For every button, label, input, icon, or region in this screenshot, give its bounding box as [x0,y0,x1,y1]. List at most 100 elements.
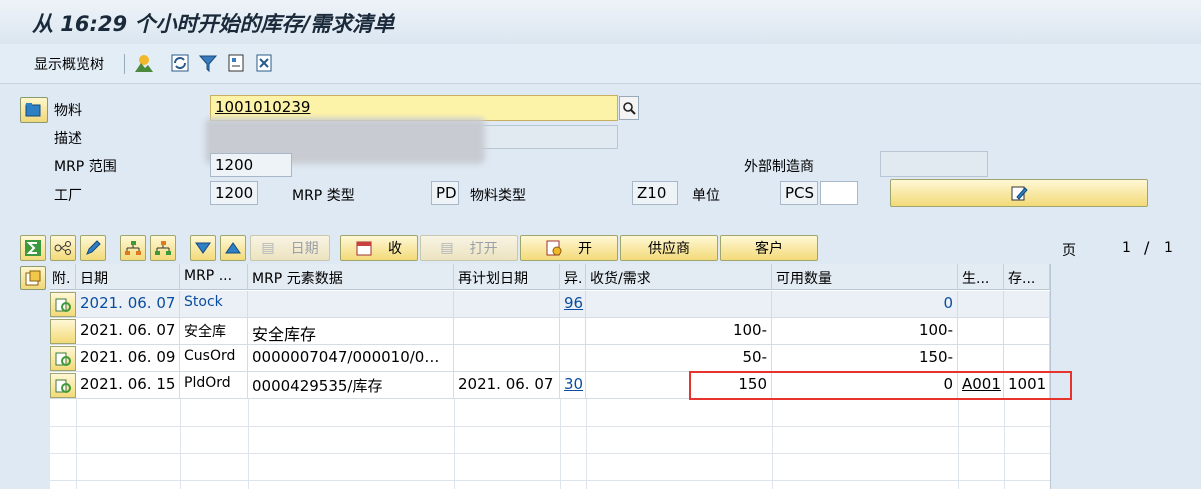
edit-button[interactable] [890,179,1148,207]
show-tree-button[interactable]: 显示概览树 [34,54,104,74]
receipt-button[interactable]: 收 [340,235,418,261]
row-date: 2021. 06. 09 [76,345,180,371]
row-element-data: 0000429535/库存 [248,372,454,398]
edit-icon [1011,186,1028,201]
sort-ascending-icon[interactable] [220,235,246,261]
col-mrp-element[interactable]: MRP ... [180,264,248,290]
row-mrp-element: 安全库 [180,318,248,344]
row-reschedule: 2021. 06. 07 [454,372,560,398]
export-icon[interactable] [254,53,274,73]
row-receipt-requirement: 50- [586,345,772,371]
supplier-button-label: 供应商 [648,241,690,257]
empty-row-button[interactable] [50,319,76,344]
material-detail-button[interactable] [20,97,48,123]
open-disabled-icon: ▤ [440,240,454,256]
mrp-type-field: PD [431,181,459,205]
grid-divider [1004,399,1005,489]
row-mrp-element: PldOrd [180,372,248,398]
grid-divider [248,399,249,489]
mountain-icon[interactable] [134,53,154,73]
table-header: 附. 日期 MRP ... MRP 元素数据 再计划日期 异. 收货/需求 可用… [50,264,1050,290]
open2-button[interactable]: 开 [520,235,618,261]
col-available-qty[interactable]: 可用数量 [772,264,958,290]
grid-divider [180,399,181,489]
row-production [958,318,1004,344]
col-reschedule-date[interactable]: 再计划日期 [454,264,560,290]
plant-label: 工厂 [54,188,82,204]
grid-row-line [50,453,1050,454]
row-production [958,345,1004,371]
customer-button-label: 客户 [755,241,783,257]
mrp-area-label: MRP 范围 [54,159,117,175]
row-exception-link[interactable]: 96 [560,291,586,317]
customer-button[interactable]: 客户 [720,235,818,261]
col-storage[interactable]: 存... [1004,264,1050,290]
col-mrp-element-data[interactable]: MRP 元素数据 [248,264,454,290]
sum-icon[interactable] [20,235,46,261]
table-row[interactable]: 2021. 06. 09 CusOrd 0000007047/000010/0…… [50,345,1050,372]
row-exception [560,345,586,371]
mrp-area-field: 1200 [210,153,292,177]
external-manufacturer-label: 外部制造商 [744,159,814,175]
title-bar: 从 16:29 个小时开始的库存/需求清单 [0,0,1201,44]
unit-label: 单位 [692,188,720,204]
grid-divider [454,399,455,489]
graph-icon[interactable] [50,235,76,261]
page-current: 1 [1122,240,1131,256]
row-date: 2021. 06. 15 [76,372,180,398]
document-clock-icon [546,240,562,256]
refresh-icon[interactable] [170,53,190,73]
grid-divider [560,399,561,489]
grid-divider [772,399,773,489]
col-exception[interactable]: 异. [560,264,586,290]
row-date: 2021. 06. 07 [76,318,180,344]
sort-descending-icon[interactable] [190,235,216,261]
row-receipt-requirement: 100- [586,318,772,344]
pencil-icon[interactable] [80,235,106,261]
page-separator: / [1144,238,1150,257]
element-detail-icon[interactable] [50,292,76,317]
row-available: 100- [772,318,958,344]
table-row[interactable]: 2021. 06. 07 安全库 安全库存 100- 100- [50,318,1050,345]
search-help-icon[interactable] [619,96,639,120]
unit-field: PCS [780,181,818,205]
col-receipt-requirement[interactable]: 收货/需求 [586,264,772,290]
row-element-data: 安全库存 [248,318,454,344]
date-button[interactable]: ▤ 日期 [250,235,330,261]
settings-icon[interactable] [226,53,246,73]
open-button-label: 打开 [469,241,498,257]
hierarchy-down-icon[interactable] [150,235,176,261]
date-disabled-icon: ▤ [261,240,275,256]
calendar-icon [356,241,372,256]
grid-divider [958,399,959,489]
application-toolbar: 显示概览树 [0,44,1201,84]
grid-row-line [50,480,1050,481]
hierarchy-up-icon[interactable] [120,235,146,261]
element-detail-icon[interactable] [50,373,76,398]
layout-icon[interactable] [20,266,46,290]
open-button[interactable]: ▤ 打开 [420,235,518,261]
supplier-button[interactable]: 供应商 [620,235,718,261]
col-date[interactable]: 日期 [76,264,180,290]
grid-row-line [50,426,1050,427]
description-label: 描述 [54,131,82,147]
highlight-box [689,371,1072,400]
filter-icon[interactable] [198,53,218,73]
grid-divider [76,399,77,489]
row-available: 150- [772,345,958,371]
table-row[interactable]: 2021. 06. 07 Stock 96 0 [50,291,1050,318]
page-total: 1 [1164,240,1173,256]
open2-button-label: 开 [578,241,592,257]
element-detail-icon[interactable] [50,346,76,371]
row-receipt-requirement [586,291,772,317]
plant-field: 1200 [210,181,258,205]
row-exception-link[interactable]: 30 [560,372,586,398]
row-exception [560,318,586,344]
col-attachment[interactable]: 附. [50,264,76,290]
row-mrp-element: Stock [180,291,248,317]
unit-extra-field[interactable] [820,181,858,205]
row-production [958,291,1004,317]
col-production[interactable]: 生... [958,264,1004,290]
row-element-data: 0000007047/000010/0… [248,345,454,371]
window-title: 从 16:29 个小时开始的库存/需求清单 [32,12,395,36]
